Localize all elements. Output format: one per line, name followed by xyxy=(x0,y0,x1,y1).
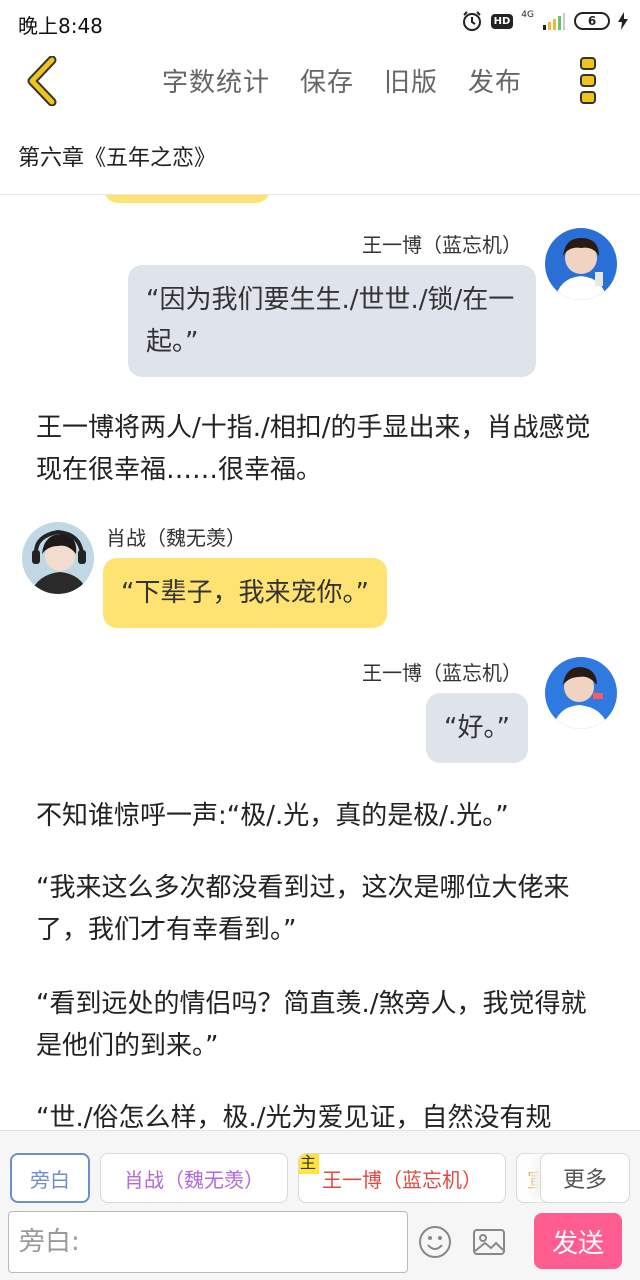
role-tab-xiao-zhan[interactable]: 肖战（魏无羡） xyxy=(100,1153,288,1203)
main-role-badge: 主 xyxy=(299,1154,320,1174)
story-content[interactable]: 王一博（蓝忘机） “因为我们要生生./世世./锁/在一起。” 王一博将两人/十指… xyxy=(0,195,640,1130)
chapter-title: 第六章《五年之恋》 xyxy=(18,146,217,171)
dialog-bubble[interactable]: “下辈子，我来宠你。” xyxy=(103,558,387,628)
narration-text[interactable]: “看到远处的情侣吗？简直羡./煞旁人，我觉得就是他们的到来。” xyxy=(36,983,606,1067)
old-version-button[interactable]: 旧版 xyxy=(384,62,438,99)
narration-text[interactable]: “世./俗怎么样，极./光为爱见证，自然没有规 xyxy=(36,1097,606,1130)
narration-text[interactable]: 王一博将两人/十指./相扣/的手显出来，肖战感觉现在很幸福……很幸福。 xyxy=(36,407,606,491)
status-time: 晚上8:48 xyxy=(18,14,103,38)
send-button[interactable]: 发送 xyxy=(534,1213,622,1269)
charging-icon xyxy=(618,12,628,30)
more-menu-button[interactable] xyxy=(580,56,596,106)
signal-icon xyxy=(543,13,565,30)
smiley-icon xyxy=(419,1226,451,1258)
status-icons: HD 4G 6 xyxy=(461,9,628,33)
image-button[interactable] xyxy=(472,1225,506,1259)
more-roles-button[interactable]: 更多 xyxy=(540,1153,630,1203)
alarm-icon xyxy=(462,11,481,31)
vertical-dots-menu-icon xyxy=(580,57,596,104)
save-button[interactable]: 保存 xyxy=(300,62,354,99)
role-tabs: 旁白 肖战（魏无羡） 主 王一博（蓝忘机） 宣 更多 xyxy=(0,1153,640,1207)
speaker-name: 王一博（蓝忘机） xyxy=(362,233,522,257)
narration-text[interactable]: 不知谁惊呼一声:“极/.光，真的是极/.光。” xyxy=(36,795,606,837)
bottom-composer-panel: 旁白 肖战（魏无羡） 主 王一博（蓝忘机） 宣 更多 发送 xyxy=(0,1130,640,1280)
emoji-button[interactable] xyxy=(418,1225,452,1259)
network-type-label: 4G xyxy=(521,10,534,20)
top-toolbar: 字数统计 保存 旧版 发布 xyxy=(0,44,640,120)
back-button[interactable] xyxy=(22,55,62,107)
dialog-bubble[interactable]: “因为我们要生生./世世./锁/在一起。” xyxy=(128,265,536,377)
avatar[interactable] xyxy=(22,522,94,594)
previous-bubble-fragment xyxy=(104,195,270,203)
word-count-button[interactable]: 字数统计 xyxy=(162,62,270,99)
role-tab-wang-yibo[interactable]: 主 王一博（蓝忘机） xyxy=(298,1153,506,1203)
role-tab-narrator[interactable]: 旁白 xyxy=(10,1153,90,1203)
toolbar-actions: 字数统计 保存 旧版 发布 xyxy=(162,62,522,99)
battery-indicator: 6 xyxy=(574,12,610,30)
dialog-bubble[interactable]: “好。” xyxy=(426,693,528,763)
image-icon xyxy=(473,1229,505,1255)
speaker-name: 肖战（魏无羡） xyxy=(106,526,246,550)
speaker-name: 王一博（蓝忘机） xyxy=(362,661,522,685)
input-row: 发送 xyxy=(0,1211,640,1275)
avatar[interactable] xyxy=(545,228,617,300)
hd-badge: HD xyxy=(490,13,514,29)
status-bar: 晚上8:48 HD 4G 6 xyxy=(0,0,640,44)
narration-text[interactable]: “我来这么多次都没看到过，这次是哪位大佬来了，我们才有幸看到。” xyxy=(36,867,606,951)
publish-button[interactable]: 发布 xyxy=(468,62,522,99)
role-tab-label: 王一博（蓝忘机） xyxy=(322,1167,482,1192)
message-input[interactable] xyxy=(8,1211,408,1273)
chevron-left-icon xyxy=(27,55,57,107)
avatar[interactable] xyxy=(545,657,617,729)
